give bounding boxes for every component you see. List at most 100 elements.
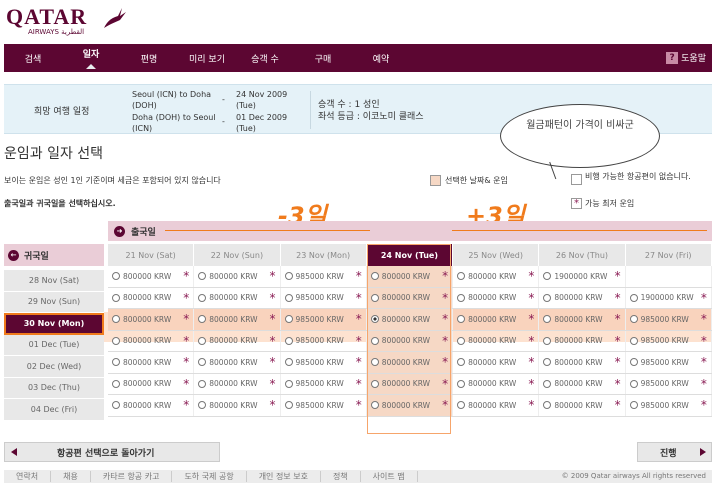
nav-passengers[interactable]: 승객 수 <box>236 52 294 65</box>
fare-radio[interactable] <box>370 293 379 302</box>
fare-cell[interactable]: 800000 KRW * <box>108 395 195 416</box>
fare-radio[interactable] <box>370 315 379 324</box>
fare-radio[interactable] <box>112 401 120 410</box>
footer-link[interactable]: 정책 <box>321 471 361 482</box>
fare-radio[interactable] <box>457 272 466 281</box>
fare-cell[interactable]: 800000 KRW * <box>453 330 540 351</box>
fare-radio[interactable] <box>543 358 552 367</box>
footer-link[interactable]: 연락처 <box>4 471 52 482</box>
footer-link[interactable]: 채용 <box>51 471 91 482</box>
fare-cell[interactable]: 800000 KRW * <box>194 330 281 351</box>
fare-cell[interactable]: 800000 KRW * <box>366 395 454 416</box>
fare-cell[interactable]: 800000 KRW * <box>108 352 195 373</box>
fare-radio[interactable] <box>457 336 466 345</box>
fare-radio[interactable] <box>112 272 120 281</box>
fare-radio[interactable] <box>198 401 207 410</box>
fare-cell[interactable]: 800000 KRW * <box>453 373 540 394</box>
fare-radio[interactable] <box>457 293 466 302</box>
fare-radio[interactable] <box>284 272 293 281</box>
fare-radio[interactable] <box>198 379 207 388</box>
fare-cell[interactable]: 800000 KRW * <box>366 373 454 394</box>
fare-radio[interactable] <box>629 358 638 367</box>
fare-cell[interactable]: 800000 KRW * <box>366 330 454 351</box>
fare-radio[interactable] <box>198 272 207 281</box>
fare-cell[interactable]: 800000 KRW * <box>194 352 281 373</box>
fare-radio[interactable] <box>112 336 120 345</box>
fare-cell[interactable]: 800000 KRW * <box>108 287 195 308</box>
fare-radio[interactable] <box>629 336 638 345</box>
fare-cell[interactable]: 800000 KRW * <box>194 287 281 308</box>
fare-radio[interactable] <box>284 293 293 302</box>
fare-radio[interactable] <box>284 358 293 367</box>
fare-cell[interactable]: 800000 KRW * <box>194 395 281 416</box>
fare-cell[interactable]: 985000 KRW * <box>281 373 367 394</box>
fare-cell[interactable]: 985000 KRW * <box>626 330 712 351</box>
fare-radio[interactable] <box>543 336 552 345</box>
fare-cell[interactable]: 800000 KRW * <box>453 266 540 287</box>
fare-radio[interactable] <box>457 358 466 367</box>
footer-link[interactable]: 도하 국제 공항 <box>172 471 247 482</box>
fare-radio[interactable] <box>543 401 552 410</box>
fare-cell[interactable]: 985000 KRW * <box>281 395 367 416</box>
fare-radio[interactable] <box>543 293 552 302</box>
fare-radio[interactable] <box>284 336 293 345</box>
nav-search[interactable]: 검색 <box>4 52 62 65</box>
fare-radio[interactable] <box>198 315 207 324</box>
fare-radio[interactable] <box>284 401 293 410</box>
fare-radio[interactable] <box>370 272 379 281</box>
fare-cell[interactable]: 985000 KRW * <box>626 373 712 394</box>
fare-cell[interactable]: 985000 KRW * <box>626 309 712 330</box>
footer-link[interactable]: 개인 정보 보호 <box>247 471 321 482</box>
fare-cell[interactable]: 800000 KRW * <box>453 287 540 308</box>
fare-radio[interactable] <box>198 358 207 367</box>
fare-cell[interactable]: 985000 KRW * <box>281 287 367 308</box>
nav-dates[interactable]: 일자 <box>62 47 120 69</box>
back-button[interactable]: 항공편 선택으로 돌아가기 <box>4 442 220 462</box>
fare-cell[interactable]: 985000 KRW * <box>626 352 712 373</box>
fare-radio[interactable] <box>629 379 638 388</box>
fare-cell[interactable]: 800000 KRW * <box>194 309 281 330</box>
fare-cell[interactable]: 800000 KRW * <box>194 266 281 287</box>
fare-cell[interactable]: 800000 KRW * <box>539 373 626 394</box>
fare-radio[interactable] <box>370 358 379 367</box>
fare-cell[interactable]: 800000 KRW * <box>539 395 626 416</box>
fare-cell[interactable]: 1900000 KRW * <box>626 287 712 308</box>
nav-booking[interactable]: 예약 <box>352 52 410 65</box>
fare-cell[interactable]: 800000 KRW * <box>539 287 626 308</box>
fare-radio[interactable] <box>457 379 466 388</box>
fare-radio[interactable] <box>457 401 466 410</box>
fare-radio[interactable] <box>284 315 293 324</box>
fare-radio[interactable] <box>370 379 379 388</box>
fare-cell[interactable]: 985000 KRW * <box>281 266 367 287</box>
fare-cell[interactable]: 800000 KRW * <box>453 395 540 416</box>
help-link[interactable]: ? 도움말 <box>666 51 706 64</box>
fare-radio[interactable] <box>284 379 293 388</box>
fare-cell[interactable]: 800000 KRW * <box>366 352 454 373</box>
fare-cell[interactable]: 800000 KRW * <box>453 352 540 373</box>
fare-cell[interactable]: 800000 KRW * <box>108 309 195 330</box>
fare-cell[interactable]: 800000 KRW * <box>108 373 195 394</box>
fare-cell[interactable]: 1900000 KRW * <box>539 266 626 287</box>
fare-radio[interactable] <box>112 379 120 388</box>
fare-cell[interactable]: 800000 KRW * <box>108 266 195 287</box>
fare-cell[interactable]: 800000 KRW * <box>539 309 626 330</box>
fare-cell[interactable]: 985000 KRW * <box>281 309 367 330</box>
footer-link[interactable]: 사이트 맵 <box>361 471 418 482</box>
fare-cell[interactable]: 800000 KRW * <box>366 287 454 308</box>
next-button[interactable]: 진행 <box>637 442 712 462</box>
fare-radio[interactable] <box>370 401 379 410</box>
fare-radio[interactable] <box>543 315 552 324</box>
fare-radio[interactable] <box>198 336 207 345</box>
fare-radio[interactable] <box>112 293 120 302</box>
nav-preview[interactable]: 미리 보기 <box>178 52 236 65</box>
fare-cell[interactable]: 800000 KRW * <box>539 330 626 351</box>
footer-link[interactable]: 카타르 항공 카고 <box>91 471 173 482</box>
nav-purchase[interactable]: 구매 <box>294 52 352 65</box>
fare-radio[interactable] <box>112 358 120 367</box>
fare-cell[interactable]: 985000 KRW * <box>626 395 712 416</box>
fare-radio[interactable] <box>112 315 120 324</box>
fare-cell[interactable]: 800000 KRW * <box>539 352 626 373</box>
fare-cell[interactable]: 800000 KRW * <box>194 373 281 394</box>
fare-radio[interactable] <box>629 401 638 410</box>
fare-cell[interactable]: 985000 KRW * <box>281 352 367 373</box>
